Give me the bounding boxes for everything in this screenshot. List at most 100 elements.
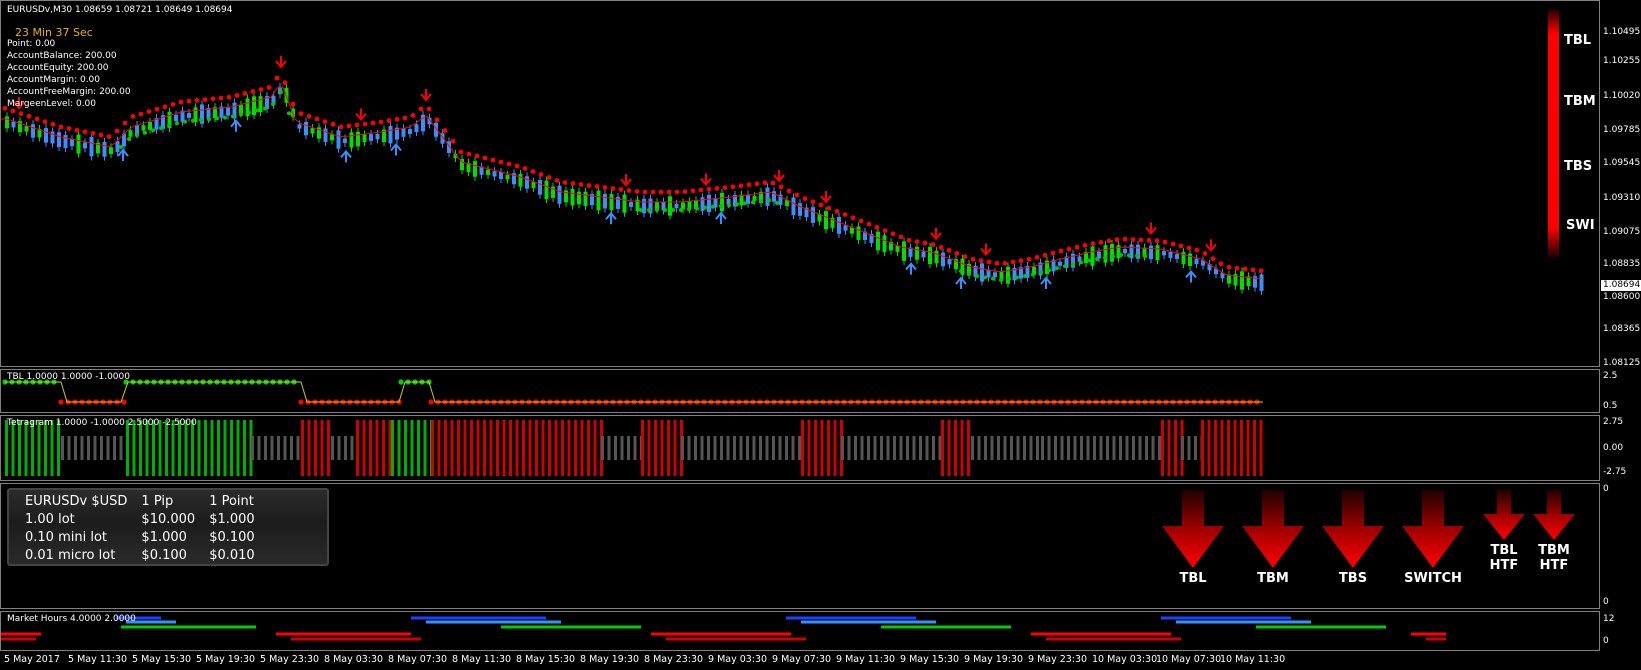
ma-dot [1058, 248, 1064, 254]
tetragram-bar [607, 436, 611, 460]
tetragram-bar [746, 436, 749, 460]
tetragram-bar [431, 420, 434, 476]
tetragram-bar [1151, 436, 1155, 460]
tetragram-bar [580, 420, 584, 476]
ma-dot [775, 201, 779, 205]
down-arrow-icon [1145, 222, 1157, 236]
down-arrow-icon [700, 173, 712, 187]
tbl-dot [121, 399, 127, 405]
tetragram-bar [1253, 420, 1256, 476]
tetragram-bar [1158, 436, 1161, 460]
candle-body [1110, 244, 1114, 262]
tetragram-bar [444, 420, 447, 476]
market-hours-pane[interactable]: Market Hours 4.0000 2.0000 [0, 611, 1600, 651]
tetragram-bar [673, 420, 677, 476]
ma-dot [215, 116, 219, 121]
tetragram-bar [502, 420, 506, 476]
candle-body [603, 194, 607, 209]
ma-dot [834, 209, 840, 214]
candle-body [1175, 254, 1179, 259]
time-axis-label: 9 May 15:30 [900, 654, 960, 665]
tetragram-bar [899, 436, 903, 460]
ma-dot [930, 242, 936, 248]
tetragram-bar [197, 420, 201, 476]
ma-dot [223, 115, 227, 120]
ma-dot [143, 130, 147, 135]
main-chart-pane[interactable]: EURUSDv,M30 1.08659 1.08721 1.08649 1.08… [0, 0, 1600, 367]
side-indicator-bar [1548, 9, 1559, 257]
tetragram-bar [627, 436, 630, 460]
ma-dot [394, 116, 400, 122]
tetragram-bar [807, 420, 811, 476]
up-arrow-icon [230, 119, 242, 132]
tetragram-bar [1167, 420, 1171, 476]
price-axis-label: 1.08125 [1603, 358, 1641, 368]
ma-dot [127, 137, 131, 141]
up-arrow-icon [715, 211, 727, 224]
ma-dot [210, 96, 216, 102]
tbl-indicator-pane[interactable]: TBL 1.0000 1.0000 -1.0000 [0, 369, 1600, 413]
time-axis-label: 9 May 19:30 [964, 654, 1024, 665]
tetragram-bar [417, 420, 420, 476]
candle-body [76, 134, 81, 154]
tetragram-bar [251, 436, 254, 460]
tetragram-bar [515, 420, 519, 476]
ma-dot [58, 124, 64, 130]
ma-dot [1226, 264, 1232, 270]
tetragram-bar [765, 436, 769, 460]
candle-body [934, 251, 939, 264]
tetragram-axis-mid: 0.00 [1603, 443, 1624, 453]
down-arrow-icon [1483, 490, 1525, 540]
tetragram-bar [404, 420, 407, 476]
tetragram-pane[interactable]: Tetragram 1.0000 -1.0000 2.5000 -2.5000 [0, 415, 1600, 481]
ma-dot [167, 123, 171, 128]
ma-dot [1114, 237, 1120, 243]
tetragram-bar [1119, 436, 1122, 460]
tetragram-bar [1233, 420, 1237, 476]
price-axis-label: 1.08600 [1603, 292, 1641, 302]
ma-dot [767, 198, 771, 203]
ma-dot [1090, 241, 1096, 247]
ma-dot [1095, 257, 1099, 261]
ma-dot [239, 112, 243, 117]
candle-body [765, 187, 770, 206]
ma-dot [650, 189, 656, 195]
candle-body [83, 142, 87, 149]
ma-dot [226, 94, 232, 100]
tetragram-bar [561, 420, 564, 476]
tetragram-bar [971, 436, 974, 460]
ma-dot [858, 218, 864, 224]
market-hours-title: Market Hours 4.0000 2.0000 [7, 614, 136, 624]
tetragram-bar [496, 420, 499, 476]
ma-dot [231, 114, 235, 119]
tetragram-bar [541, 420, 545, 476]
pip-table-row: 1.00 lot $10.000 $1.000 [21, 510, 265, 528]
ma-dot [247, 110, 251, 115]
ma-dot [1026, 256, 1032, 262]
candle-body [596, 190, 601, 211]
time-axis-label: 5 May 11:30 [68, 654, 128, 665]
down-arrow-icon [1162, 490, 1224, 568]
ma-dot [1202, 251, 1208, 256]
ma-dot [1106, 238, 1112, 244]
tetragram-bar [1093, 436, 1096, 460]
ma-dot [967, 272, 971, 277]
tbl-axis-top: 2.5 [1603, 371, 1618, 381]
down-arrow-icon [420, 89, 432, 102]
candle-body [505, 174, 510, 180]
price-axis-label: 1.09785 [1603, 125, 1641, 135]
ma-dot [882, 228, 888, 234]
tetragram-bar [1067, 436, 1070, 460]
tetragram-bar [437, 420, 441, 476]
tetragram-bar [713, 436, 717, 460]
tetragram-bar [1132, 436, 1135, 460]
tetragram-bar [593, 420, 597, 476]
tetragram-bar [791, 436, 795, 460]
tetragram-bar [210, 420, 214, 476]
down-arrow-icon [930, 227, 942, 241]
ma-dot [159, 126, 163, 130]
pip-table-cell: 0.01 micro lot [25, 547, 116, 563]
ma-dot [754, 181, 760, 187]
pip-table-row: 0.01 micro lot $0.100 $0.010 [21, 546, 265, 564]
candle-body [239, 104, 243, 114]
